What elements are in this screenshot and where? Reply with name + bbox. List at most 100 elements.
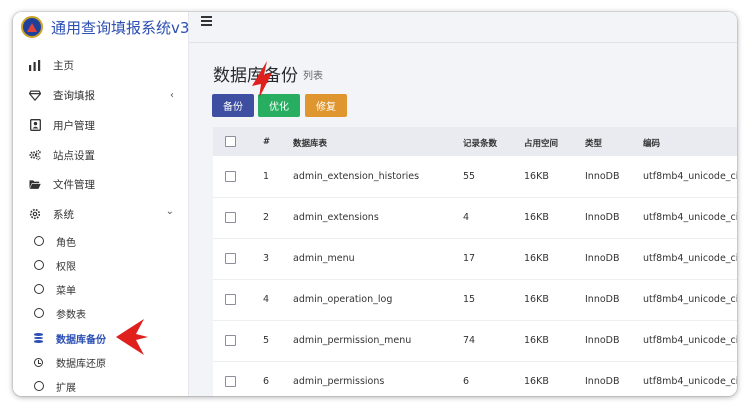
- sidebar-item-label: 用户管理: [53, 119, 95, 132]
- table-row[interactable]: 5 admin_permission_menu 74 16KB InnoDB u…: [213, 320, 737, 362]
- sidebar-item-label: 系统: [53, 208, 74, 221]
- cell-size: 16KB: [524, 335, 549, 346]
- cell-size: 16KB: [524, 253, 549, 264]
- cell-engine: InnoDB: [585, 376, 620, 387]
- sidebar-item-system[interactable]: 系统 ⌄: [13, 201, 188, 227]
- cell-record-count: 74: [463, 335, 476, 346]
- row-checkbox[interactable]: [225, 253, 236, 264]
- chevron-left-icon: ‹: [170, 89, 174, 101]
- sidebar-subitem-label: 权限: [56, 261, 76, 273]
- annotation-arrow-icon: [116, 319, 148, 355]
- brand[interactable]: 通用查询填报系统v3: [21, 14, 189, 40]
- row-checkbox[interactable]: [225, 171, 236, 182]
- sidebar-subitem-label: 菜单: [56, 285, 76, 297]
- chevron-down-icon: ⌄: [165, 206, 174, 217]
- table-row[interactable]: 1 admin_extension_histories 55 16KB Inno…: [213, 156, 737, 198]
- sidebar-item-users[interactable]: 用户管理: [13, 112, 188, 138]
- sidebar-item-file-manager[interactable]: 文件管理: [13, 171, 188, 197]
- cell-collation: utf8mb4_unicode_ci: [643, 253, 737, 264]
- sidebar-item-query-fill[interactable]: 查询填报 ‹: [13, 82, 188, 108]
- cell-record-count: 6: [463, 376, 470, 387]
- cell-table-name: admin_menu: [293, 253, 355, 264]
- folder-icon: [29, 178, 41, 190]
- hamburger-menu-icon[interactable]: [201, 16, 212, 28]
- table-row[interactable]: 2 admin_extensions 4 16KB InnoDB utf8mb4…: [213, 197, 737, 239]
- select-all-checkbox[interactable]: [225, 136, 236, 147]
- row-checkbox[interactable]: [225, 294, 236, 305]
- cell-index: 3: [263, 253, 270, 264]
- sidebar-item-label: 查询填报: [53, 89, 95, 102]
- sidebar-subitem-label: 角色: [56, 237, 76, 249]
- table-row[interactable]: 3 admin_menu 17 16KB InnoDB utf8mb4_unic…: [213, 238, 737, 280]
- database-icon: [34, 333, 43, 343]
- row-checkbox[interactable]: [225, 212, 236, 223]
- table-row[interactable]: 4 admin_operation_log 15 16KB InnoDB utf…: [213, 279, 737, 321]
- sidebar-item-site-settings[interactable]: 站点设置: [13, 142, 188, 168]
- sidebar-subitem-label: 数据库备份: [56, 334, 106, 346]
- cell-index: 2: [263, 212, 270, 223]
- sidebar-subitem-permissions[interactable]: 权限: [13, 254, 188, 276]
- sidebar-item-label: 主页: [53, 59, 74, 72]
- bar-chart-icon: [29, 59, 41, 71]
- cell-index: 1: [263, 171, 270, 182]
- repair-button[interactable]: 修复: [305, 94, 347, 117]
- cell-index: 5: [263, 335, 270, 346]
- sidebar: 通用查询填报系统v3 主页 查询填报 ‹ 用户管理 站点设置 文件管理 系统 ⌄…: [13, 12, 189, 396]
- cell-index: 4: [263, 294, 270, 305]
- column-header: 类型: [585, 139, 603, 149]
- annotation-arrow-icon: [252, 61, 272, 98]
- cell-record-count: 17: [463, 253, 476, 264]
- cell-record-count: 55: [463, 171, 476, 182]
- sidebar-subitem-db-backup[interactable]: 数据库备份: [13, 327, 188, 349]
- diamond-icon: [29, 89, 41, 101]
- sidebar-subitem-label: 参数表: [56, 309, 86, 321]
- cell-record-count: 4: [463, 212, 470, 223]
- column-header: #: [263, 137, 271, 147]
- column-header: 编码: [643, 139, 661, 149]
- table-row[interactable]: 6 admin_permissions 6 16KB InnoDB utf8mb…: [213, 361, 737, 396]
- app-title: 通用查询填报系统v3: [51, 18, 190, 37]
- row-checkbox[interactable]: [225, 376, 236, 387]
- table-header: # 数据库表 记录条数 占用空间 类型 编码: [213, 127, 737, 156]
- cell-collation: utf8mb4_unicode_ci: [643, 212, 737, 223]
- sidebar-subitem-menu[interactable]: 菜单: [13, 278, 188, 300]
- cell-engine: InnoDB: [585, 335, 620, 346]
- cell-table-name: admin_extensions: [293, 212, 379, 223]
- cell-collation: utf8mb4_unicode_ci: [643, 376, 737, 387]
- cell-table-name: admin_permissions: [293, 376, 385, 387]
- cell-collation: utf8mb4_unicode_ci: [643, 294, 737, 305]
- cell-size: 16KB: [524, 171, 549, 182]
- circle-icon: [34, 308, 44, 318]
- cell-engine: InnoDB: [585, 171, 620, 182]
- sidebar-subitem-roles[interactable]: 角色: [13, 230, 188, 252]
- column-header: 数据库表: [293, 139, 328, 149]
- sidebar-subitem-label: 数据库还原: [56, 358, 106, 370]
- cell-engine: InnoDB: [585, 253, 620, 264]
- row-checkbox[interactable]: [225, 335, 236, 346]
- sidebar-subitem-label: 扩展: [56, 382, 76, 394]
- cell-record-count: 15: [463, 294, 476, 305]
- column-header: 记录条数: [463, 139, 498, 149]
- emblem-logo: [21, 16, 43, 38]
- sidebar-subitem-db-restore[interactable]: 数据库还原: [13, 351, 188, 373]
- sidebar-item-label: 文件管理: [53, 178, 95, 191]
- cell-table-name: admin_extension_histories: [293, 171, 420, 182]
- gears-icon: [29, 149, 41, 161]
- cell-table-name: admin_operation_log: [293, 294, 393, 305]
- cell-collation: utf8mb4_unicode_ci: [643, 171, 737, 182]
- cell-table-name: admin_permission_menu: [293, 335, 412, 346]
- cell-engine: InnoDB: [585, 294, 620, 305]
- gear-icon: [29, 208, 41, 220]
- cell-size: 16KB: [524, 294, 549, 305]
- circle-icon: [34, 236, 44, 246]
- circle-icon: [34, 260, 44, 270]
- sidebar-subitem-params[interactable]: 参数表: [13, 302, 188, 324]
- cell-index: 6: [263, 376, 270, 387]
- sidebar-item-home[interactable]: 主页: [13, 52, 188, 78]
- tables-list: # 数据库表 记录条数 占用空间 类型 编码 1 admin_extension…: [213, 127, 737, 396]
- user-card-icon: [29, 119, 41, 131]
- clock-icon: [34, 357, 43, 367]
- cell-collation: utf8mb4_unicode_ci: [643, 335, 737, 346]
- circle-icon: [34, 284, 44, 294]
- sidebar-subitem-extensions[interactable]: 扩展: [13, 375, 188, 396]
